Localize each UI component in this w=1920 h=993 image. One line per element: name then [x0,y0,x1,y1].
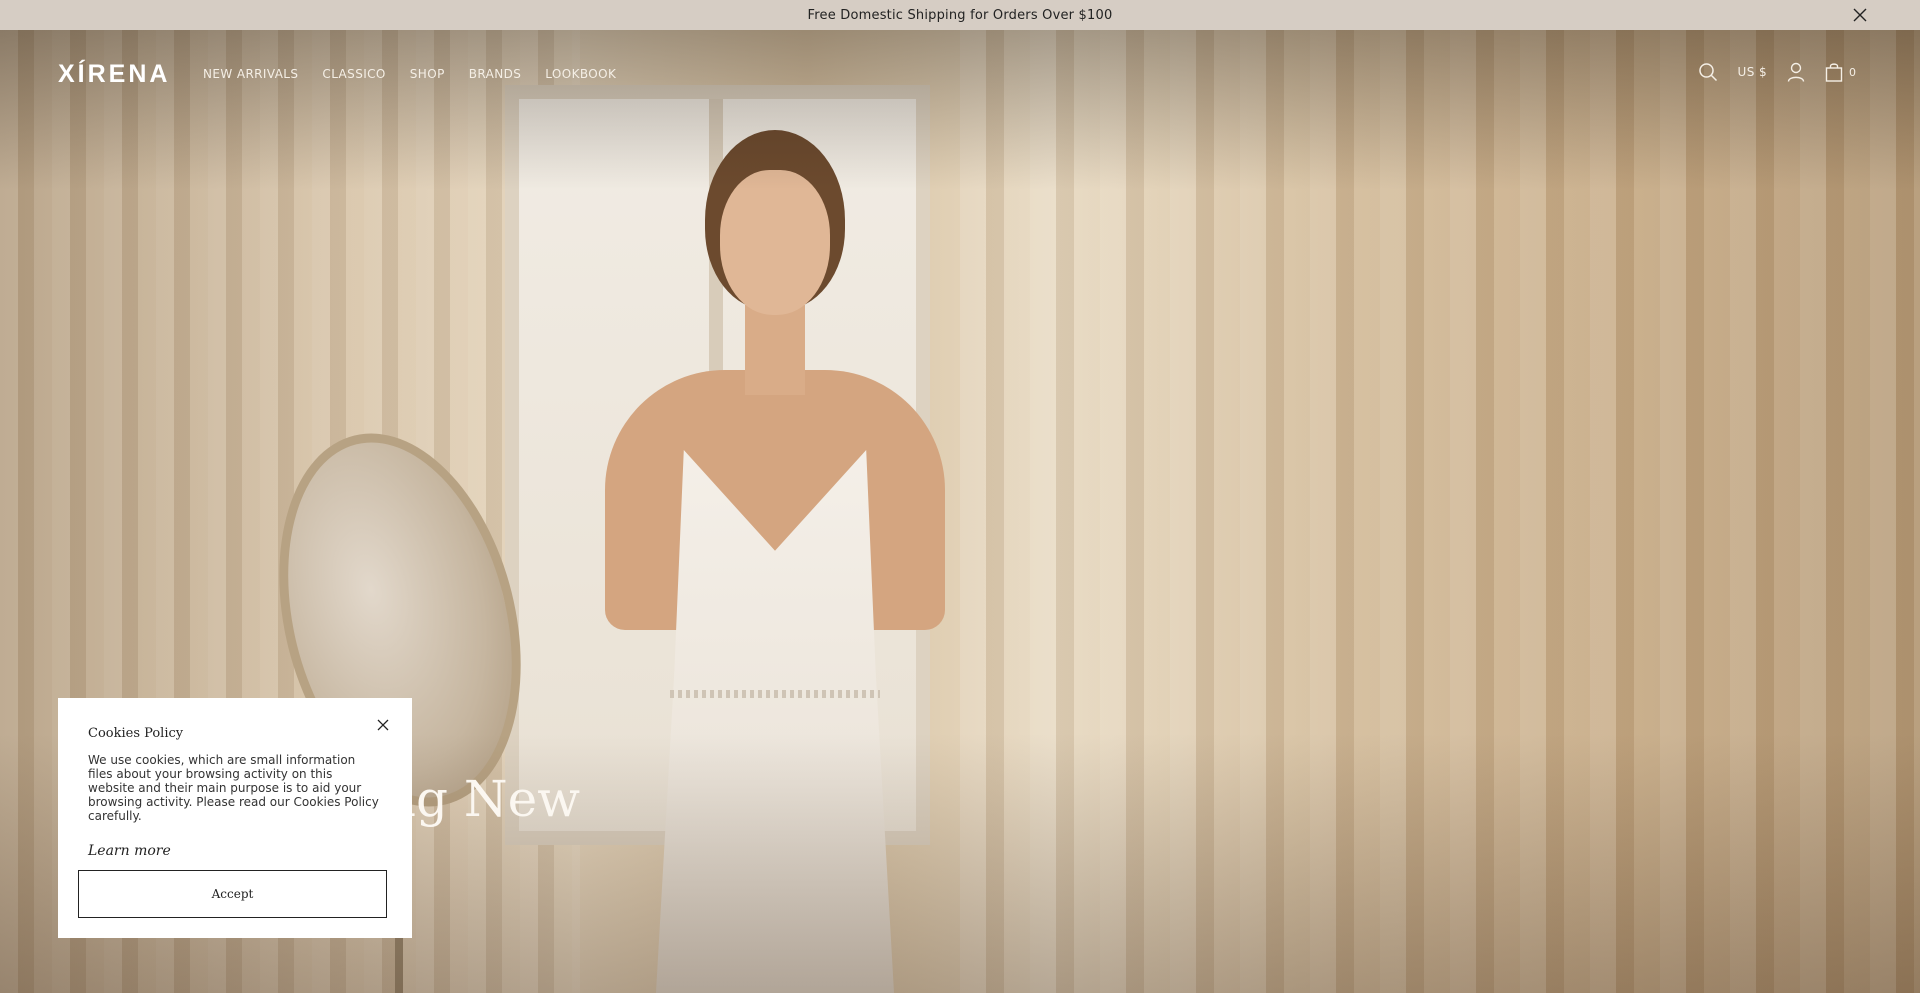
site-header: XÍRENA NEW ARRIVALS CLASSICO SHOP BRANDS… [0,30,1920,120]
close-icon[interactable] [376,718,390,732]
header-tools: US $ 0 [1698,62,1856,82]
main-nav: NEW ARRIVALS CLASSICO SHOP BRANDS LOOKBO… [203,67,616,81]
nav-lookbook[interactable]: LOOKBOOK [545,67,616,81]
learn-more-link[interactable]: Learn more [88,843,171,859]
search-icon [1698,63,1717,82]
accept-button[interactable]: Accept [78,870,387,918]
announcement-text: Free Domestic Shipping for Orders Over $… [807,7,1113,23]
announcement-bar: Free Domestic Shipping for Orders Over $… [0,0,1920,30]
currency-selector[interactable]: US $ [1738,65,1767,79]
cookie-title: Cookies Policy [88,726,184,741]
user-icon [1787,62,1805,82]
nav-brands[interactable]: BRANDS [469,67,522,81]
cart-button[interactable]: 0 [1825,62,1856,82]
shopping-bag-icon [1825,63,1843,82]
nav-shop[interactable]: SHOP [410,67,445,81]
account-button[interactable] [1787,62,1805,82]
nav-new-arrivals[interactable]: NEW ARRIVALS [203,67,298,81]
logo[interactable]: XÍRENA [58,60,170,89]
nav-classico[interactable]: CLASSICO [322,67,385,81]
cart-count: 0 [1849,65,1856,79]
currency-label: US $ [1737,65,1767,79]
search-button[interactable] [1698,62,1718,82]
cookie-text: We use cookies, which are small informat… [88,753,379,823]
cookie-dialog: Cookies Policy We use cookies, which are… [58,698,412,938]
close-icon[interactable] [1852,7,1868,23]
